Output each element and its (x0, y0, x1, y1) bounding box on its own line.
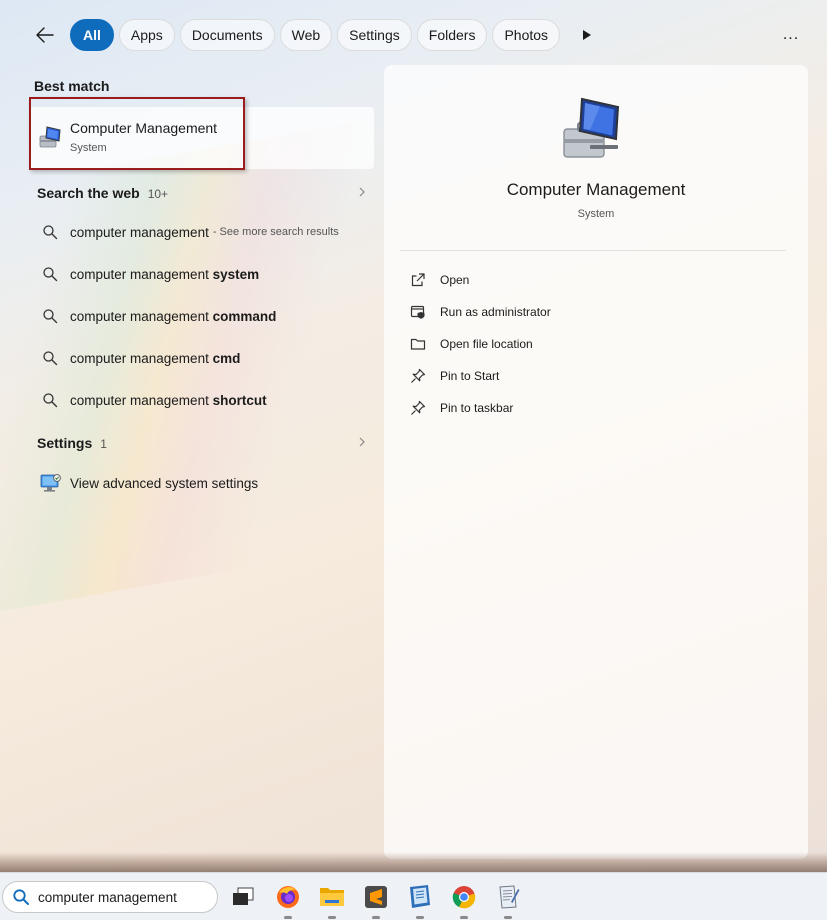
taskbar-notebook-app[interactable] (403, 881, 437, 919)
action-open[interactable]: Open (410, 265, 469, 295)
taskbar-search-input[interactable] (38, 889, 198, 905)
filter-chip-photos[interactable]: Photos (492, 19, 561, 51)
web-result-bold: command (212, 308, 277, 324)
action-label: Pin to taskbar (440, 401, 514, 415)
highlight-outline (29, 97, 245, 170)
computer-management-icon (563, 97, 620, 158)
best-match-heading: Best match (34, 78, 110, 94)
web-result-3[interactable]: computer management command (30, 297, 374, 335)
open-external-icon (411, 273, 425, 287)
search-panel: All Apps Documents Web Settings Folders … (0, 0, 827, 860)
search-web-count: 10+ (147, 187, 169, 201)
web-result-text: computer management system (70, 267, 259, 282)
action-run-as-admin[interactable]: Run as administrator (410, 297, 551, 327)
web-result-1[interactable]: computer management - See more search res… (30, 213, 374, 251)
preview-title: Computer Management (506, 180, 686, 199)
chevron-right-icon[interactable] (356, 436, 368, 448)
wallpaper-strip (0, 852, 827, 872)
web-result-text: computer management (70, 224, 209, 240)
filter-chip-documents[interactable]: Documents (179, 19, 275, 51)
preview-pane: Computer Management System Open Run as a… (384, 65, 808, 859)
taskbar-search-box[interactable] (2, 881, 218, 913)
search-icon (13, 889, 29, 905)
web-result-bold: system (212, 266, 260, 282)
settings-count: 1 (100, 437, 107, 451)
filter-chip-folders[interactable]: Folders (416, 19, 488, 51)
chevron-right-icon[interactable] (356, 186, 368, 198)
action-label: Run as administrator (440, 305, 551, 319)
firefox-icon (277, 886, 299, 908)
folder-icon (410, 338, 426, 350)
preview-divider (400, 250, 786, 251)
web-result-text: computer management cmd (70, 351, 240, 366)
notebook-icon (410, 885, 430, 908)
action-label: Pin to Start (440, 369, 500, 383)
running-indicator (284, 916, 292, 919)
taskbar (0, 872, 827, 920)
chrome-icon (452, 886, 476, 909)
taskbar-chrome[interactable] (447, 881, 481, 919)
web-result-text: computer management command (70, 309, 276, 324)
search-icon (43, 309, 58, 324)
see-more-note: - See more search results (212, 226, 339, 238)
web-result-plain: computer management (70, 308, 213, 324)
running-indicator (416, 916, 424, 919)
web-result-plain: computer management (70, 266, 213, 282)
filter-chip-web[interactable]: Web (279, 19, 333, 51)
monitor-settings-icon (40, 474, 61, 492)
play-icon (583, 30, 592, 40)
shield-window-icon (410, 305, 425, 319)
web-result-4[interactable]: computer management cmd (30, 339, 374, 377)
sublime-text-icon (365, 886, 387, 908)
action-open-file-location[interactable]: Open file location (410, 329, 533, 359)
web-result-bold: shortcut (212, 392, 267, 408)
settings-result-advanced-system[interactable]: View advanced system settings (30, 464, 374, 502)
taskbar-sublime-text[interactable] (359, 881, 393, 919)
web-result-plain: computer management (70, 392, 213, 408)
search-icon (43, 225, 58, 240)
web-result-2[interactable]: computer management system (30, 255, 374, 293)
settings-heading[interactable]: Settings 1 (37, 435, 107, 451)
more-filters-button[interactable] (571, 19, 603, 51)
filter-bar: All Apps Documents Web Settings Folders … (28, 18, 603, 52)
folder-icon (320, 888, 344, 906)
action-pin-to-taskbar[interactable]: Pin to taskbar (410, 393, 513, 423)
filter-chip-settings[interactable]: Settings (337, 19, 412, 51)
running-indicator (504, 916, 512, 919)
notepad-icon (499, 885, 520, 909)
search-icon (43, 351, 58, 366)
pin-icon (411, 400, 426, 415)
arrow-left-icon (36, 27, 54, 43)
more-options-button[interactable]: ... (776, 22, 806, 48)
running-indicator (460, 916, 468, 919)
back-button[interactable] (28, 18, 62, 52)
task-view-button[interactable] (226, 881, 260, 917)
running-indicator (328, 916, 336, 919)
search-icon (43, 267, 58, 282)
settings-label: Settings (37, 435, 93, 451)
running-indicator (372, 916, 380, 919)
filter-chip-apps[interactable]: Apps (118, 19, 175, 51)
search-icon (43, 393, 58, 408)
web-result-plain: computer management (70, 350, 213, 366)
action-label: Open (440, 273, 470, 287)
search-web-label: Search the web (37, 185, 140, 201)
taskbar-firefox[interactable] (271, 881, 305, 919)
pin-icon (411, 368, 426, 383)
web-result-5[interactable]: computer management shortcut (30, 381, 374, 419)
action-label: Open file location (440, 337, 533, 351)
web-result-text: computer management shortcut (70, 393, 267, 408)
web-result-bold: cmd (212, 350, 241, 366)
taskbar-file-explorer[interactable] (315, 881, 349, 919)
task-view-icon (233, 887, 254, 905)
taskbar-notepad-app[interactable] (491, 881, 525, 919)
settings-result-text: View advanced system settings (70, 475, 259, 491)
preview-subtitle: System (577, 208, 615, 220)
action-pin-to-start[interactable]: Pin to Start (410, 361, 499, 391)
filter-chip-all[interactable]: All (70, 19, 114, 51)
search-web-heading[interactable]: Search the web 10+ (37, 185, 168, 201)
